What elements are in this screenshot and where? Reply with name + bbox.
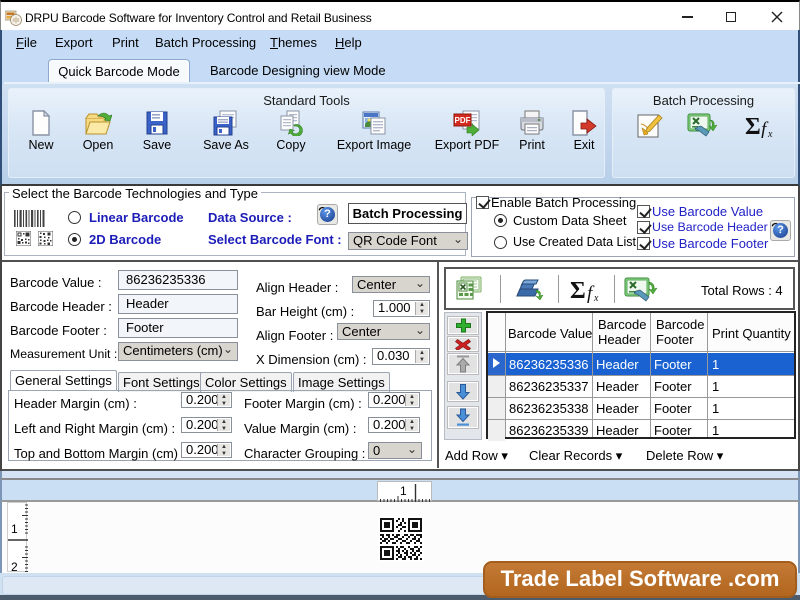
svg-text:x: x [593,293,599,303]
svg-text:PDF: PDF [455,116,471,125]
svg-text:Σ: Σ [745,114,761,138]
svg-text:x: x [767,129,773,138]
svg-text:Σ: Σ [570,278,586,303]
